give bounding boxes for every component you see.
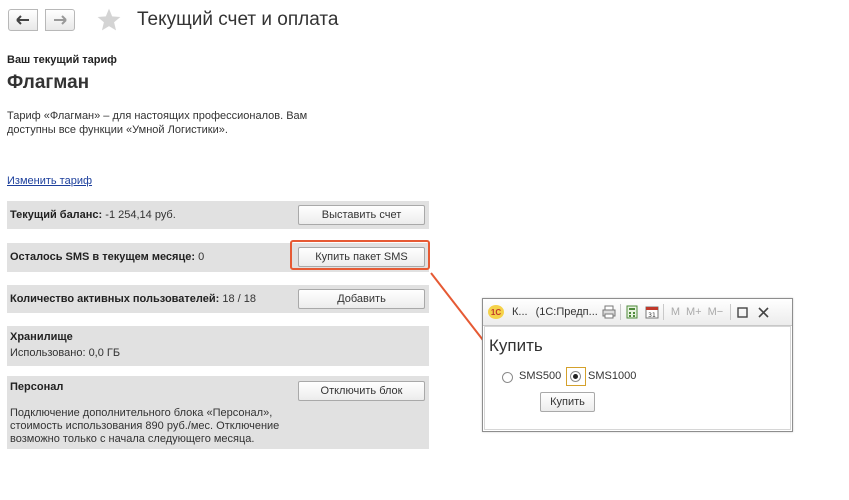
balance-panel: Текущий баланс: -1 254,14 руб. Выставить…	[7, 201, 429, 229]
buy-button[interactable]: Купить	[540, 392, 595, 412]
toolbar-separator	[662, 304, 664, 320]
tariff-description: Тариф «Флагман» – для настоящих професси…	[7, 110, 308, 136]
forward-button[interactable]	[45, 9, 75, 31]
close-icon[interactable]	[758, 306, 769, 318]
radio-sms500[interactable]	[502, 372, 513, 383]
users-label: Количество активных пользователей:	[10, 293, 220, 305]
balance-value: -1 254,14 руб.	[105, 209, 176, 221]
toolbar-separator	[730, 304, 732, 320]
dialog-tab-short: К...	[512, 306, 528, 318]
personal-description: Подключение дополнительного блока «Персо…	[10, 407, 280, 445]
storage-panel: Хранилище Использовано: 0,0 ГБ	[7, 326, 429, 366]
calendar-icon[interactable]: 31	[645, 305, 659, 319]
sms-value: 0	[198, 251, 205, 263]
balance-label: Текущий баланс:	[10, 209, 103, 221]
tariff-caption: Ваш текущий тариф	[7, 54, 117, 66]
storage-label: Хранилище	[10, 331, 73, 343]
sms-button-highlight	[290, 240, 430, 270]
favorite-star-icon[interactable]	[96, 7, 122, 33]
sms-row: Осталось SMS в текущем месяце: 0	[10, 251, 204, 263]
radio-sms500-label[interactable]: SMS500	[519, 370, 561, 382]
dialog-titlebar: 1C К... (1С:Предп... 31 M M+ M−	[483, 299, 792, 326]
radio-sms1000-label[interactable]: SMS1000	[588, 370, 636, 382]
back-button[interactable]	[8, 9, 38, 31]
svg-text:31: 31	[648, 312, 656, 319]
memory-plus-button[interactable]: M+	[686, 306, 702, 318]
storage-used: Использовано: 0,0 ГБ	[10, 347, 121, 359]
users-panel: Количество активных пользователей: 18 / …	[7, 285, 429, 313]
memory-button[interactable]: M	[671, 306, 680, 318]
issue-invoice-button[interactable]: Выставить счет	[298, 205, 425, 225]
memory-minus-button[interactable]: M−	[708, 306, 724, 318]
buy-sms-dialog: 1C К... (1С:Предп... 31 M M+ M− Купить S…	[482, 298, 793, 432]
radio-sms1000[interactable]	[570, 371, 581, 382]
disable-block-button[interactable]: Отключить блок	[298, 381, 425, 401]
print-icon[interactable]	[602, 305, 616, 319]
dialog-body: Купить SMS500 SMS1000 Купить	[484, 326, 791, 430]
balance-row: Текущий баланс: -1 254,14 руб.	[10, 209, 176, 221]
personal-label: Персонал	[10, 381, 64, 393]
sms-label: Осталось SMS в текущем месяце:	[10, 251, 196, 263]
add-user-button[interactable]: Добавить	[298, 289, 425, 309]
users-value: 18 / 18	[222, 293, 256, 305]
arrow-left-icon	[16, 15, 29, 25]
toolbar-separator	[619, 304, 621, 320]
users-row: Количество активных пользователей: 18 / …	[10, 293, 256, 305]
calculator-icon[interactable]	[625, 305, 639, 319]
page-title: Текущий счет и оплата	[137, 9, 339, 30]
dialog-app-title: (1С:Предп...	[535, 306, 598, 318]
change-tariff-link[interactable]: Изменить тариф	[7, 175, 92, 187]
arrow-right-icon	[54, 15, 67, 25]
maximize-icon[interactable]	[737, 306, 748, 318]
dialog-heading: Купить	[489, 336, 543, 355]
1c-logo-icon: 1C	[488, 305, 504, 319]
personal-panel: Персонал Отключить блок Подключение допо…	[7, 376, 429, 449]
tariff-name: Флагман	[7, 72, 90, 93]
